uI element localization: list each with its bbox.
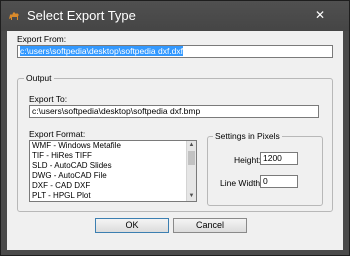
scroll-up-icon[interactable]: ▲ (187, 141, 196, 150)
line-width-input[interactable]: 0 (260, 175, 298, 188)
list-item[interactable]: WMF - Windows Metafile (30, 141, 196, 151)
window-title: Select Export Type (27, 8, 136, 23)
close-icon[interactable]: ✕ (313, 8, 327, 22)
ok-button[interactable]: OK (95, 218, 169, 233)
title-bar[interactable]: Select Export Type ✕ (1, 1, 349, 31)
export-from-value: c:\users\softpedia\desktop\softpedia dxf… (20, 46, 184, 56)
list-item[interactable]: DWG - AutoCAD File (30, 171, 196, 181)
export-format-listbox[interactable]: WMF - Windows Metafile TIF - HiRes TIFF … (29, 140, 197, 202)
cancel-button[interactable]: Cancel (173, 218, 247, 233)
height-label: Height: (234, 155, 261, 165)
export-from-label: Export From: (17, 34, 67, 44)
scroll-thumb[interactable] (188, 151, 195, 165)
list-item[interactable]: TIF - HiRes TIFF (30, 151, 196, 161)
export-format-label: Export Format: (29, 129, 86, 139)
list-item[interactable]: DXF - CAD DXF (30, 181, 196, 191)
dialog-body: Export From: c:\users\softpedia\desktop\… (7, 31, 343, 250)
settings-groupbox (207, 136, 323, 206)
line-width-label: Line Width: (220, 178, 263, 188)
height-input[interactable]: 1200 (260, 152, 298, 165)
export-to-label: Export To: (29, 94, 68, 104)
export-to-value: c:\users\softpedia\desktop\softpedia dxf… (32, 106, 201, 116)
export-from-input[interactable]: c:\users\softpedia\desktop\softpedia dxf… (17, 45, 333, 58)
export-to-input[interactable]: c:\users\softpedia\desktop\softpedia dxf… (29, 105, 319, 118)
camel-icon (9, 12, 19, 20)
format-list-scrollbar[interactable]: ▲ ▼ (186, 141, 196, 201)
list-item[interactable]: PLT - HPGL Plot (30, 191, 196, 201)
scroll-down-icon[interactable]: ▼ (187, 192, 196, 201)
list-item[interactable]: SLD - AutoCAD Slides (30, 161, 196, 171)
settings-group-label: Settings in Pixels (213, 131, 282, 141)
export-dialog-window: Select Export Type ✕ Export From: c:\use… (0, 0, 350, 256)
output-group-label: Output (24, 73, 54, 83)
